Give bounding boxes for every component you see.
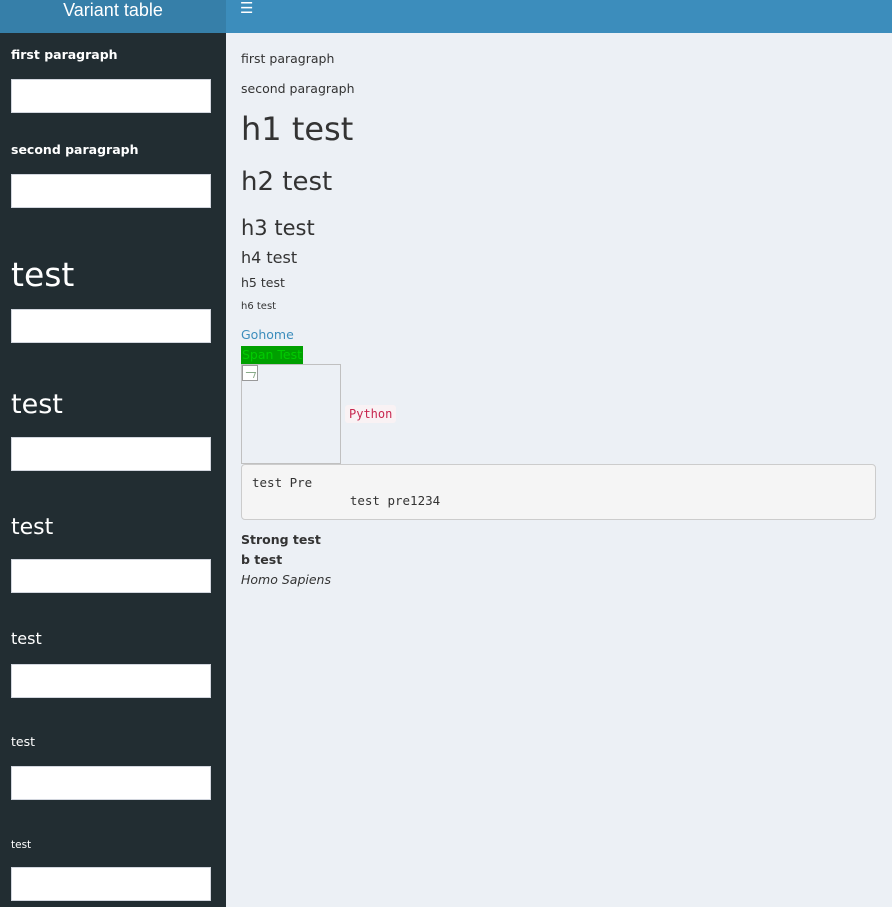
header-bar: ☰ <box>226 0 892 33</box>
heading-h4: h4 test <box>241 248 298 267</box>
sidebar-label-h6: test <box>11 839 32 851</box>
broken-image-icon <box>242 365 258 381</box>
heading-h2: h2 test <box>241 167 333 197</box>
content-first-paragraph: first paragraph <box>241 51 335 66</box>
sidebar: Variant table first paragraph second par… <box>0 0 226 907</box>
bold-text: b test <box>241 552 283 567</box>
inline-code: Python <box>345 405 397 423</box>
sidebar-label-h5: test <box>11 734 36 749</box>
sidebar-label-h1: test <box>11 255 75 294</box>
heading-h5: h5 test <box>241 275 285 290</box>
hamburger-icon[interactable]: ☰ <box>240 0 256 16</box>
gohome-link[interactable]: Gohome <box>241 326 294 344</box>
strong-text: Strong test <box>241 532 321 547</box>
sidebar-label-h3: test <box>11 515 54 540</box>
heading-h6: h6 test <box>241 301 277 312</box>
app-title[interactable]: Variant table <box>0 0 226 33</box>
broken-image <box>241 364 341 464</box>
italic-text: Homo Sapiens <box>241 572 331 587</box>
main-content: first paragraph second paragraph h1 test… <box>241 33 877 590</box>
preformatted-block: test Pre test pre1234 <box>241 464 876 520</box>
second-paragraph-input[interactable] <box>11 174 211 208</box>
heading-h1: h1 test <box>241 110 354 148</box>
h1-test-input[interactable] <box>11 309 211 343</box>
image-row: Python <box>241 364 877 464</box>
sidebar-label-first-paragraph: first paragraph <box>11 47 118 62</box>
content-second-paragraph: second paragraph <box>241 81 355 96</box>
h3-test-input[interactable] <box>11 559 211 593</box>
heading-h3: h3 test <box>241 216 315 240</box>
h2-test-input[interactable] <box>11 437 211 471</box>
h5-test-input[interactable] <box>11 766 211 800</box>
h4-test-input[interactable] <box>11 664 211 698</box>
sidebar-label-h2: test <box>11 389 63 420</box>
sidebar-label-h4: test <box>11 629 42 648</box>
sidebar-label-second-paragraph: second paragraph <box>11 142 139 157</box>
span-test: Span Test <box>241 346 304 364</box>
sidebar-form: first paragraph second paragraph test te… <box>0 33 226 901</box>
h6-test-input[interactable] <box>11 867 211 901</box>
first-paragraph-input[interactable] <box>11 79 211 113</box>
